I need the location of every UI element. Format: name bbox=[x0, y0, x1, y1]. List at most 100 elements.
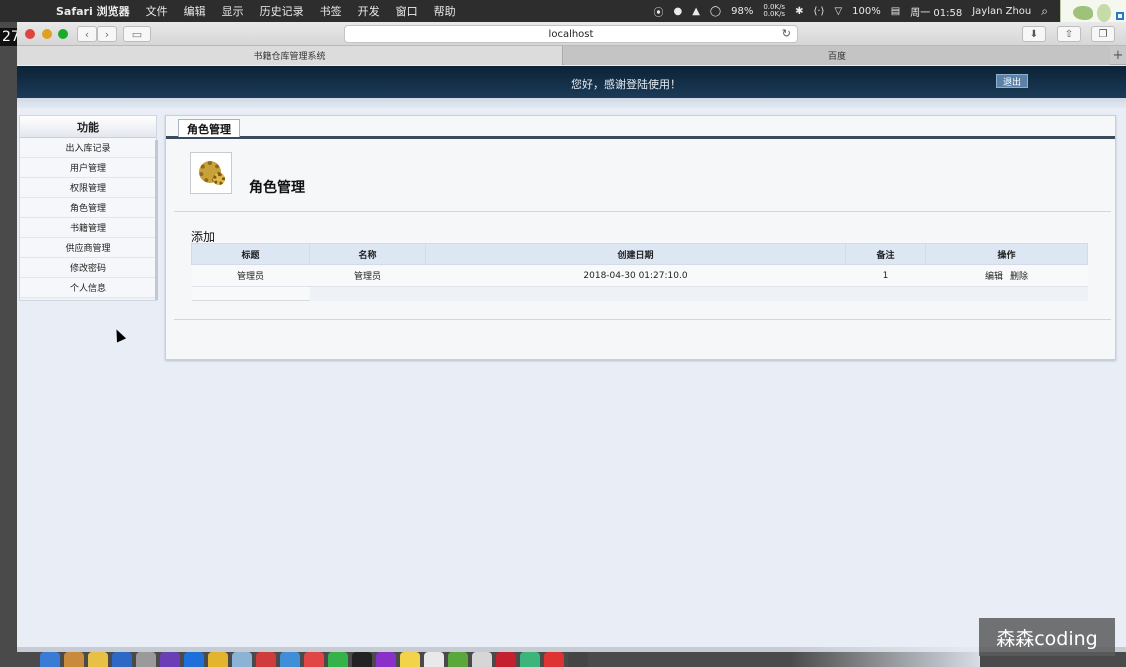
app-icon[interactable] bbox=[400, 652, 420, 667]
menu-bookmarks[interactable]: 书签 bbox=[320, 3, 342, 19]
browser-toolbar: ‹ › ▭ localhost ↻ ⬇ ⇧ ❐ bbox=[17, 22, 1126, 46]
code-icon[interactable]: ⟨·⟩ bbox=[813, 6, 824, 17]
edit-link[interactable]: 编辑 bbox=[985, 272, 1003, 282]
bluetooth-icon[interactable]: ✱ bbox=[795, 6, 803, 17]
spotlight-icon[interactable]: ⌕ bbox=[1041, 4, 1048, 19]
share-button[interactable]: ⇧ bbox=[1057, 26, 1081, 42]
menu-edit[interactable]: 编辑 bbox=[184, 3, 206, 19]
main-panel: 角色管理 角色管理 添加 标题 名称 创建日期 备注 操作 管理员 管理员 20… bbox=[165, 115, 1116, 360]
sidebar-item-stock-records[interactable]: 出入库记录 bbox=[20, 138, 156, 158]
menu-view[interactable]: 显示 bbox=[222, 3, 244, 19]
tabs-icon: ❐ bbox=[1098, 28, 1108, 40]
app-icon[interactable] bbox=[256, 652, 276, 667]
address-bar[interactable]: localhost ↻ bbox=[344, 25, 798, 43]
window-minimize-button[interactable] bbox=[42, 29, 52, 39]
menu-window[interactable]: 窗口 bbox=[396, 3, 418, 19]
app-icon[interactable] bbox=[136, 652, 156, 667]
app-icon[interactable] bbox=[64, 652, 84, 667]
table-row: 管理员 管理员 2018-04-30 01:27:10.0 1 编辑 删除 bbox=[191, 264, 1088, 287]
divider bbox=[174, 211, 1111, 212]
app-icon[interactable] bbox=[568, 652, 588, 667]
app-icon[interactable] bbox=[160, 652, 180, 667]
flag-icon[interactable]: ▤ bbox=[891, 6, 900, 17]
app-icon[interactable] bbox=[472, 652, 492, 667]
finder-icon[interactable] bbox=[40, 652, 60, 667]
record-icon[interactable]: ⦿ bbox=[653, 4, 663, 19]
battery-ring-icon[interactable]: ◯ bbox=[710, 6, 721, 17]
empty-cell bbox=[425, 286, 846, 301]
app-icon[interactable] bbox=[280, 652, 300, 667]
sidebar-item-users[interactable]: 用户管理 bbox=[20, 158, 156, 178]
share-icon: ⇧ bbox=[1064, 28, 1074, 40]
fade-overlay bbox=[790, 620, 980, 667]
sidebar-item-suppliers[interactable]: 供应商管理 bbox=[20, 238, 156, 258]
logout-button[interactable]: 退出 bbox=[996, 74, 1028, 88]
app-icon[interactable] bbox=[112, 652, 132, 667]
app-icon[interactable] bbox=[496, 652, 516, 667]
sidebar-toggle-button[interactable]: ▭ bbox=[123, 26, 151, 42]
menu-safari[interactable]: Safari 浏览器 bbox=[56, 3, 130, 19]
sidebar-item-roles[interactable]: 角色管理 bbox=[20, 198, 156, 218]
app-icon[interactable] bbox=[232, 652, 252, 667]
battery-percent: 98% bbox=[731, 5, 754, 17]
back-button[interactable]: ‹ bbox=[77, 26, 97, 42]
app-icon[interactable] bbox=[424, 652, 444, 667]
window-close-button[interactable] bbox=[25, 29, 35, 39]
window-zoom-button[interactable] bbox=[58, 29, 68, 39]
app-icon[interactable] bbox=[184, 652, 204, 667]
gears-icon bbox=[190, 152, 232, 194]
wechat-icon[interactable]: ● bbox=[673, 6, 682, 17]
app-icon[interactable] bbox=[88, 652, 108, 667]
menu-help[interactable]: 帮助 bbox=[434, 3, 456, 19]
user-name[interactable]: Jaylan Zhou bbox=[972, 6, 1031, 17]
col-created: 创建日期 bbox=[425, 243, 846, 265]
mouse-cursor-icon bbox=[111, 327, 127, 343]
welcome-text: 您好，感谢登陆使用！ bbox=[571, 78, 681, 91]
macos-menubar: Safari 浏览器 文件 编辑 显示 历史记录 书签 开发 窗口 帮助 ⦿ ●… bbox=[0, 0, 1126, 22]
empty-cell bbox=[845, 286, 926, 301]
page-title: 角色管理 bbox=[249, 180, 305, 196]
app-icon[interactable] bbox=[544, 652, 564, 667]
app-icon[interactable] bbox=[352, 652, 372, 667]
sidebar-icon: ▭ bbox=[131, 27, 143, 41]
tab-role-management[interactable]: 角色管理 bbox=[178, 119, 240, 137]
downloads-button[interactable]: ⬇ bbox=[1022, 26, 1046, 42]
col-title: 标题 bbox=[191, 243, 310, 265]
chevron-right-icon: › bbox=[104, 27, 110, 41]
app-icon[interactable] bbox=[304, 652, 324, 667]
sidebar-item-permissions[interactable]: 权限管理 bbox=[20, 178, 156, 198]
col-name: 名称 bbox=[309, 243, 426, 265]
empty-cell bbox=[191, 286, 310, 301]
tabs-overview-button[interactable]: ❐ bbox=[1091, 26, 1115, 42]
clock[interactable]: 周一 01:58 bbox=[910, 4, 962, 19]
reload-icon[interactable]: ↻ bbox=[782, 27, 791, 40]
table-header-row: 标题 名称 创建日期 备注 操作 bbox=[191, 243, 1088, 265]
wifi-icon[interactable]: ▽ bbox=[834, 6, 842, 17]
qq-icon[interactable]: ▲ bbox=[692, 6, 700, 17]
cell-created: 2018-04-30 01:27:10.0 bbox=[425, 264, 846, 287]
table-empty-row bbox=[191, 286, 1088, 301]
menu-history[interactable]: 历史记录 bbox=[260, 3, 304, 19]
cell-name: 管理员 bbox=[309, 264, 426, 287]
sidebar-item-books[interactable]: 书籍管理 bbox=[20, 218, 156, 238]
tab-baidu[interactable]: 百度 bbox=[564, 46, 1110, 65]
forward-button[interactable]: › bbox=[97, 26, 117, 42]
app-icon[interactable] bbox=[520, 652, 540, 667]
tab-book-system[interactable]: 书籍仓库管理系统 bbox=[17, 46, 563, 65]
app-icon[interactable] bbox=[208, 652, 228, 667]
sidebar-scrollbar[interactable] bbox=[155, 140, 158, 300]
menu-develop[interactable]: 开发 bbox=[358, 3, 380, 19]
delete-link[interactable]: 删除 bbox=[1010, 272, 1028, 282]
new-tab-button[interactable]: + bbox=[1110, 46, 1126, 65]
app-icon[interactable] bbox=[376, 652, 396, 667]
url-text: localhost bbox=[548, 28, 594, 40]
browser-window: ‹ › ▭ localhost ↻ ⬇ ⇧ ❐ 书籍仓库管理系统 百度 + 您好… bbox=[17, 22, 1126, 652]
empty-cell bbox=[925, 286, 1088, 301]
app-icon[interactable] bbox=[328, 652, 348, 667]
square-icon bbox=[1116, 12, 1124, 20]
menu-file[interactable]: 文件 bbox=[146, 3, 168, 19]
sidebar-item-change-password[interactable]: 修改密码 bbox=[20, 258, 156, 278]
sidebar-item-profile[interactable]: 个人信息 bbox=[20, 278, 156, 298]
app-icon[interactable] bbox=[448, 652, 468, 667]
macos-dock bbox=[40, 652, 790, 667]
